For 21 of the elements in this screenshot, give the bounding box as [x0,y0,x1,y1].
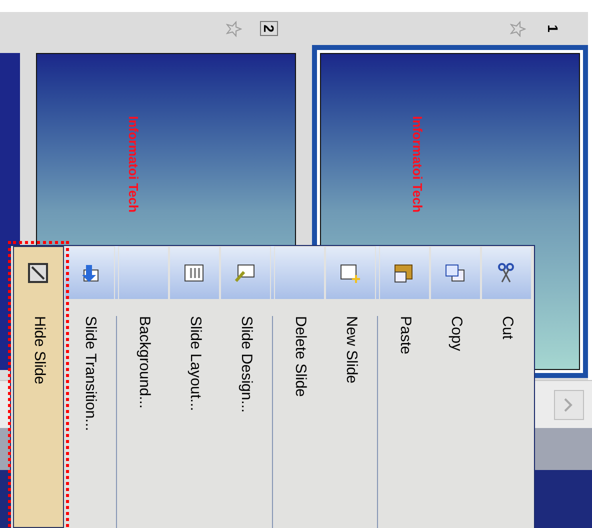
menu-item[interactable]: Paste [379,246,430,528]
menu-item[interactable]: Delete Slide [274,246,325,528]
slide-layout-icon [184,262,206,284]
menu-item[interactable]: New Slide [325,246,376,528]
slide-design-icon [234,262,256,284]
scissors-icon [498,262,516,284]
star-icon [510,20,526,36]
slide-number: 1 [544,24,562,34]
menu-item[interactable]: Slide Layout... [169,246,220,528]
clipboard-icon [394,262,416,284]
star-icon [226,20,242,36]
new-slide-icon [340,262,362,284]
menu-item[interactable]: Slide Design... [220,246,271,528]
slide-number: 2 [260,20,278,36]
chevron-icon [564,398,574,412]
copy-icon [444,262,466,284]
slide-title: Informatoi Tech [126,116,141,213]
menu-item[interactable]: Slide Transition... [64,246,115,528]
slide-title: Informatoi Tech [410,116,425,213]
hide-slide-icon [28,263,48,283]
menu-item[interactable]: Background... [118,246,169,528]
